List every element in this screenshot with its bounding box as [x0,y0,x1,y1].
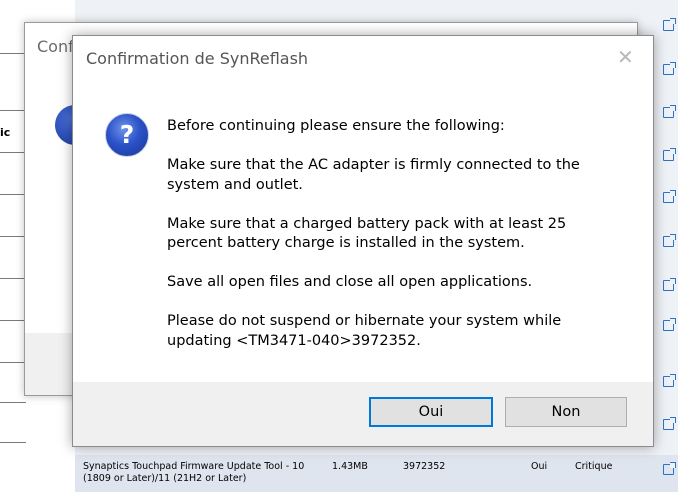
table-row: Synaptics Touchpad Firmware Update Tool … [75,455,678,492]
external-link-icon[interactable] [663,190,676,203]
message-line: Before continuing please ensure the foll… [167,118,505,134]
divider [0,320,26,321]
driver-installed: Oui [531,461,548,472]
divider [0,53,26,54]
no-button[interactable]: Non [505,397,627,427]
external-link-icon[interactable] [663,278,676,291]
external-link-icon[interactable] [663,318,676,331]
external-link-icon[interactable] [663,462,676,475]
message-line: Save all open files and close all open a… [167,274,533,290]
divider [0,278,26,279]
external-link-icon[interactable] [663,417,676,430]
divider [0,402,26,403]
driver-name: Synaptics Touchpad Firmware Update Tool … [83,461,305,484]
dialog-footer: Oui Non [73,382,653,446]
external-link-icon[interactable] [663,148,676,161]
dialog-message: Before continuing please ensure the foll… [167,117,627,371]
divider [0,194,26,195]
driver-priority: Critique [575,461,613,472]
confirmation-dialog: Confirmation de SynReflash ✕ ? Before co… [72,35,654,447]
close-icon[interactable]: ✕ [617,46,634,68]
background-left-panel: ic [0,0,26,492]
divider [0,152,26,153]
external-link-icon[interactable] [663,234,676,247]
external-link-icon[interactable] [663,62,676,75]
divider [0,442,26,443]
external-link-icon[interactable] [663,105,676,118]
divider [0,236,26,237]
message-line: Make sure that the AC adapter is firmly … [167,157,580,193]
question-icon: ? [105,113,149,157]
driver-size: 1.43MB [332,461,368,472]
divider [0,110,26,111]
driver-version: 3972352 [403,461,446,472]
external-link-icon[interactable] [663,374,676,387]
message-line: Please do not suspend or hibernate your … [167,313,562,349]
left-fragment-text: ic [0,126,11,139]
dialog-title: Confirmation de SynReflash [86,49,309,68]
message-line: Make sure that a charged battery pack wi… [167,215,567,252]
external-link-icon[interactable] [663,18,676,31]
yes-button[interactable]: Oui [369,397,493,427]
divider [0,362,26,363]
background-dialog-title: Conf [37,37,74,56]
